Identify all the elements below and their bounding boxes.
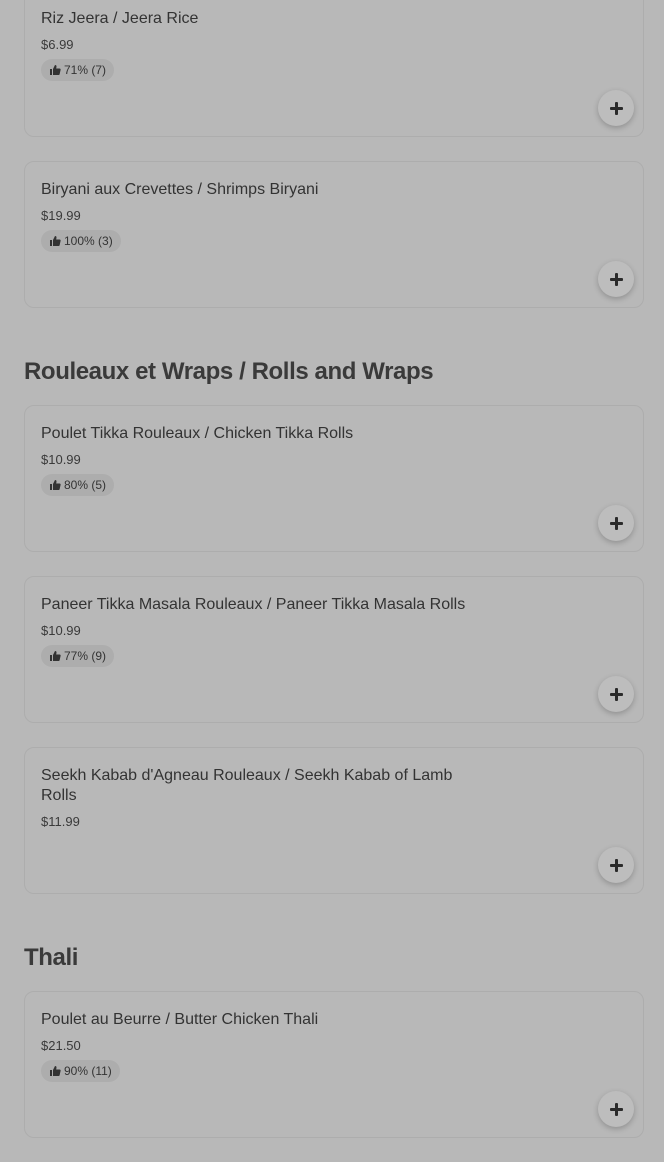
section-heading: Rouleaux et Wraps / Rolls and Wraps	[24, 358, 434, 385]
rating-text: 77% (9)	[64, 649, 107, 663]
plus-icon	[609, 687, 623, 701]
add-item-button[interactable]	[598, 90, 634, 126]
menu-item-name: Biryani aux Crevettes / Shrimps Biryani	[41, 181, 319, 198]
rating-badge: 90% (11)	[41, 1060, 120, 1082]
add-item-button[interactable]	[598, 847, 634, 883]
section-heading: Thali	[24, 944, 79, 971]
plus-icon	[609, 272, 623, 286]
rating-text: 80% (5)	[64, 478, 107, 492]
menu-item-card[interactable]: Poulet au Beurre / Butter Chicken Thali …	[24, 991, 644, 1138]
thumbs-up-icon	[50, 236, 61, 246]
plus-icon	[609, 101, 623, 115]
menu-item-price: $21.50	[41, 1038, 81, 1053]
menu-item-name: Seekh Kabab d'Agneau Rouleaux / Seekh Ka…	[41, 767, 453, 804]
menu-item-card[interactable]: Biryani aux Crevettes / Shrimps Biryani …	[24, 161, 644, 308]
rating-badge: 80% (5)	[41, 474, 115, 496]
rating-text: 90% (11)	[64, 1064, 112, 1078]
menu-item-name: Paneer Tikka Masala Rouleaux / Paneer Ti…	[41, 596, 466, 613]
menu-list: Riz Jeera / Jeera Rice $6.99 71% (7) Bir…	[24, 0, 644, 1162]
thumbs-up-icon	[50, 1066, 61, 1076]
menu-item-price: $10.99	[41, 452, 81, 467]
rating-badge: 77% (9)	[41, 645, 115, 667]
menu-item-card[interactable]: Paneer Tikka Masala Rouleaux / Paneer Ti…	[24, 576, 644, 723]
menu-item-name: Riz Jeera / Jeera Rice	[41, 10, 199, 27]
add-item-button[interactable]	[598, 1091, 634, 1127]
thumbs-up-icon	[50, 65, 61, 75]
plus-icon	[609, 858, 623, 872]
thumbs-up-icon	[50, 480, 61, 490]
menu-item-price: $19.99	[41, 208, 81, 223]
menu-item-card[interactable]: Seekh Kabab d'Agneau Rouleaux / Seekh Ka…	[24, 747, 644, 894]
menu-item-price: $6.99	[41, 37, 74, 52]
menu-item-card[interactable]: Poulet Tikka Rouleaux / Chicken Tikka Ro…	[24, 405, 644, 552]
plus-icon	[609, 1102, 623, 1116]
menu-item-name: Poulet Tikka Rouleaux / Chicken Tikka Ro…	[41, 425, 354, 442]
add-item-button[interactable]	[598, 676, 634, 712]
menu-item-price: $10.99	[41, 623, 81, 638]
plus-icon	[609, 516, 623, 530]
rating-text: 100% (3)	[64, 234, 113, 248]
rating-badge: 71% (7)	[41, 59, 115, 81]
thumbs-up-icon	[50, 651, 61, 661]
menu-item-name: Poulet au Beurre / Butter Chicken Thali	[41, 1011, 319, 1028]
add-item-button[interactable]	[598, 261, 634, 297]
menu-item-price: $11.99	[41, 814, 80, 829]
menu-item-card[interactable]: Riz Jeera / Jeera Rice $6.99 71% (7)	[24, 0, 644, 137]
rating-text: 71% (7)	[64, 63, 107, 77]
rating-badge: 100% (3)	[41, 230, 121, 252]
add-item-button[interactable]	[598, 505, 634, 541]
